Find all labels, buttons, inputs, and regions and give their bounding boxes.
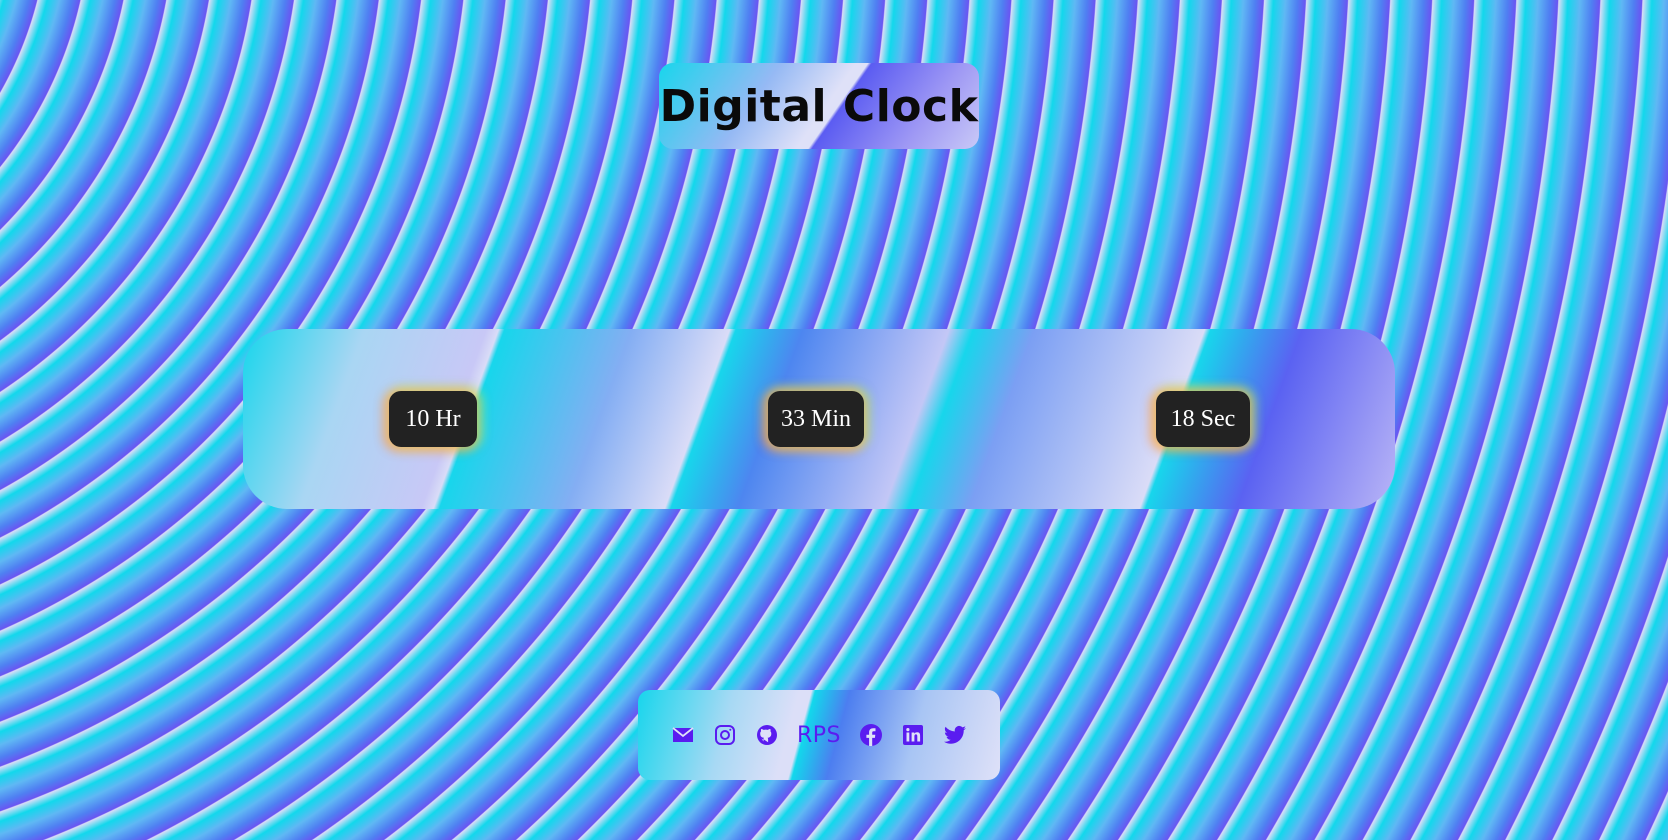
clock-panel: 10 Hr 33 Min 18 Sec <box>243 329 1395 509</box>
linkedin-icon[interactable] <box>901 723 925 747</box>
page-title: Digital Clock <box>659 80 979 132</box>
facebook-icon[interactable] <box>859 723 883 747</box>
mail-icon[interactable] <box>671 723 695 747</box>
title-card: Digital Clock <box>659 63 979 149</box>
hours-display: 10 Hr <box>389 391 477 447</box>
rps-link[interactable]: RPS <box>797 723 841 748</box>
github-icon[interactable] <box>755 723 779 747</box>
seconds-display: 18 Sec <box>1156 391 1250 447</box>
social-links-bar: RPS <box>638 690 1000 780</box>
minutes-display: 33 Min <box>768 391 864 447</box>
instagram-icon[interactable] <box>713 723 737 747</box>
twitter-icon[interactable] <box>943 723 967 747</box>
